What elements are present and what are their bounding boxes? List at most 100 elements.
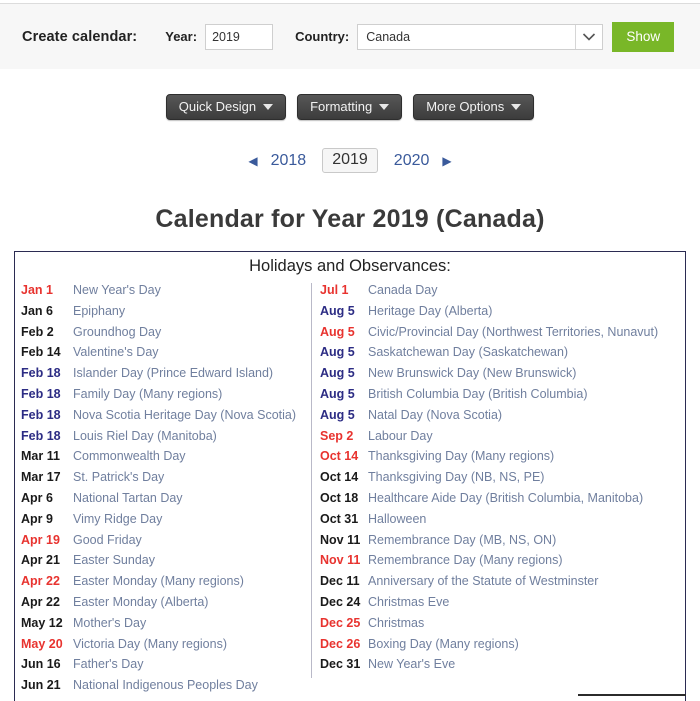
holiday-name-link[interactable]: Louis Riel Day (Manitoba) [73,429,217,443]
holiday-columns: Jan 1 New Year's Day Jan 6 Epiphany Feb 2 Gro… [15,283,685,699]
caret-down-icon [379,103,390,110]
show-button[interactable]: Show [612,21,675,52]
holiday-row: Apr 21 Easter Sunday [21,553,311,574]
holiday-date: Apr 9 [21,511,53,526]
holiday-name-link[interactable]: Remembrance Day (MB, NS, ON) [368,533,556,547]
more-options-label: More Options [426,99,505,114]
holiday-name-link[interactable]: Canada Day [368,283,438,297]
holiday-name-link[interactable]: Easter Monday (Many regions) [73,574,244,588]
caret-down-icon [511,103,522,110]
holiday-date: Oct 14 [320,470,359,485]
holiday-row: Jun 21 National Indigenous Peoples Day [21,678,311,699]
holiday-name-link[interactable]: Epiphany [73,304,125,318]
holiday-row: Sep 2 Labour Day [320,429,685,450]
holiday-date: Apr 19 [21,532,60,547]
holiday-name-link[interactable]: New Year's Eve [368,657,455,671]
holiday-row: Dec 11 Anniversary of the Statute of West… [320,574,685,595]
holiday-row: Apr 6 National Tartan Day [21,491,311,512]
year-navigation: ◀ 2018 2019 2020 ▶ [0,148,700,173]
holiday-name-link[interactable]: New Year's Day [73,283,161,297]
holiday-date: Nov 11 [320,532,361,547]
holiday-name-link[interactable]: Mother's Day [73,616,146,630]
holiday-row: Dec 26 Boxing Day (Many regions) [320,637,685,658]
holiday-row: Jan 1 New Year's Day [21,283,311,304]
holiday-date: Oct 31 [320,511,359,526]
holiday-name-link[interactable]: Father's Day [73,657,143,671]
holiday-name-link[interactable]: Natal Day (Nova Scotia) [368,408,502,422]
holiday-date: May 20 [21,636,63,651]
holiday-row: Mar 17 St. Patrick's Day [21,470,311,491]
holiday-date: May 12 [21,615,63,630]
holiday-name-link[interactable]: Easter Monday (Alberta) [73,595,208,609]
holiday-column-right: Jul 1 Canada Day Aug 5 Heritage Day (Albert… [311,283,685,679]
holiday-row: Nov 11 Remembrance Day (Many regions) [320,553,685,574]
holiday-date: Nov 11 [320,553,361,568]
holiday-row: Apr 22 Easter Monday (Many regions) [21,574,311,595]
quick-design-menu-button[interactable]: Quick Design [165,94,287,120]
holiday-name-link[interactable]: Healthcare Aide Day (British Columbia, M… [368,491,643,505]
holiday-date: Jul 1 [320,283,349,297]
formatting-menu-button[interactable]: Formatting [297,94,403,120]
holiday-name-link[interactable]: Christmas Eve [368,595,449,609]
holiday-name-link[interactable]: Commonwealth Day [73,449,186,463]
holiday-name-link[interactable]: Halloween [368,512,426,526]
holiday-name-link[interactable]: Easter Sunday [73,553,155,567]
chevron-down-icon[interactable] [575,24,602,49]
holiday-date: Dec 25 [320,615,361,630]
triangle-left-icon[interactable]: ◀ [248,155,257,167]
holidays-and-observances-panel: Holidays and Observances: Jan 1 New Year'… [14,251,686,701]
year-input[interactable] [205,23,274,50]
holiday-date: Feb 14 [21,345,61,360]
holiday-name-link[interactable]: Saskatchewan Day (Saskatchewan) [368,345,568,359]
holiday-name-link[interactable]: Civic/Provincial Day (Northwest Territor… [368,325,658,339]
holiday-name-link[interactable]: St. Patrick's Day [73,470,164,484]
holiday-name-link[interactable]: Victoria Day (Many regions) [73,637,227,651]
holiday-row: Aug 5 Natal Day (Nova Scotia) [320,408,685,429]
triangle-right-icon[interactable]: ▶ [442,155,451,167]
more-options-menu-button[interactable]: More Options [413,94,535,120]
holiday-name-link[interactable]: National Indigenous Peoples Day [73,678,258,692]
holiday-row: Dec 25 Christmas [320,616,685,637]
holiday-row: Oct 14 Thanksgiving Day (NB, NS, PE) [320,470,685,491]
holiday-row: Aug 5 Saskatchewan Day (Saskatchewan) [320,345,685,366]
holiday-name-link[interactable]: Nova Scotia Heritage Day (Nova Scotia) [73,408,296,422]
holiday-name-link[interactable]: Thanksgiving Day (Many regions) [368,449,554,463]
holiday-date: Jan 1 [21,283,53,297]
holiday-date: Mar 17 [21,470,61,485]
holiday-date: Oct 18 [320,490,359,505]
holiday-row: Feb 2 Groundhog Day [21,325,311,346]
holiday-row: Jun 16 Father's Day [21,657,311,678]
holiday-name-link[interactable]: Thanksgiving Day (NB, NS, PE) [368,470,544,484]
holiday-name-link[interactable]: Valentine's Day [73,345,159,359]
next-year-link[interactable]: 2020 [391,150,433,172]
holiday-name-link[interactable]: National Tartan Day [73,491,183,505]
holiday-name-link[interactable]: Vimy Ridge Day [73,512,162,526]
holiday-date: Feb 18 [21,407,61,422]
holiday-name-link[interactable]: Islander Day (Prince Edward Island) [73,366,273,380]
prev-year-link[interactable]: 2018 [268,150,310,172]
current-year-value: 2019 [322,148,378,173]
country-select[interactable]: Canada [357,23,604,50]
holiday-name-link[interactable]: New Brunswick Day (New Brunswick) [368,366,576,380]
holiday-name-link[interactable]: Labour Day [368,429,433,443]
holiday-name-link[interactable]: Remembrance Day (Many regions) [368,553,563,567]
holiday-name-link[interactable]: Christmas [368,616,424,630]
holiday-name-link[interactable]: British Columbia Day (British Columbia) [368,387,588,401]
holiday-date: Jan 6 [21,303,53,318]
holiday-date: Aug 5 [320,366,355,381]
holiday-date: Jun 21 [21,678,61,693]
holiday-name-link[interactable]: Family Day (Many regions) [73,387,222,401]
holiday-name-link[interactable]: Groundhog Day [73,325,161,339]
holiday-name-link[interactable]: Good Friday [73,533,142,547]
holiday-name-link[interactable]: Boxing Day (Many regions) [368,637,519,651]
holiday-name-link[interactable]: Anniversary of the Statute of Westminste… [368,574,598,588]
holiday-name-link[interactable]: Heritage Day (Alberta) [368,304,492,318]
holiday-row: Jan 6 Epiphany [21,304,311,325]
holiday-date: Dec 24 [320,594,361,609]
holiday-row: Dec 24 Christmas Eve [320,595,685,616]
holiday-date: Apr 6 [21,490,53,505]
holiday-row: Aug 5 Heritage Day (Alberta) [320,304,685,325]
country-selected-value: Canada [366,29,411,44]
holiday-date: Dec 26 [320,636,361,651]
holiday-row: May 12 Mother's Day [21,616,311,637]
